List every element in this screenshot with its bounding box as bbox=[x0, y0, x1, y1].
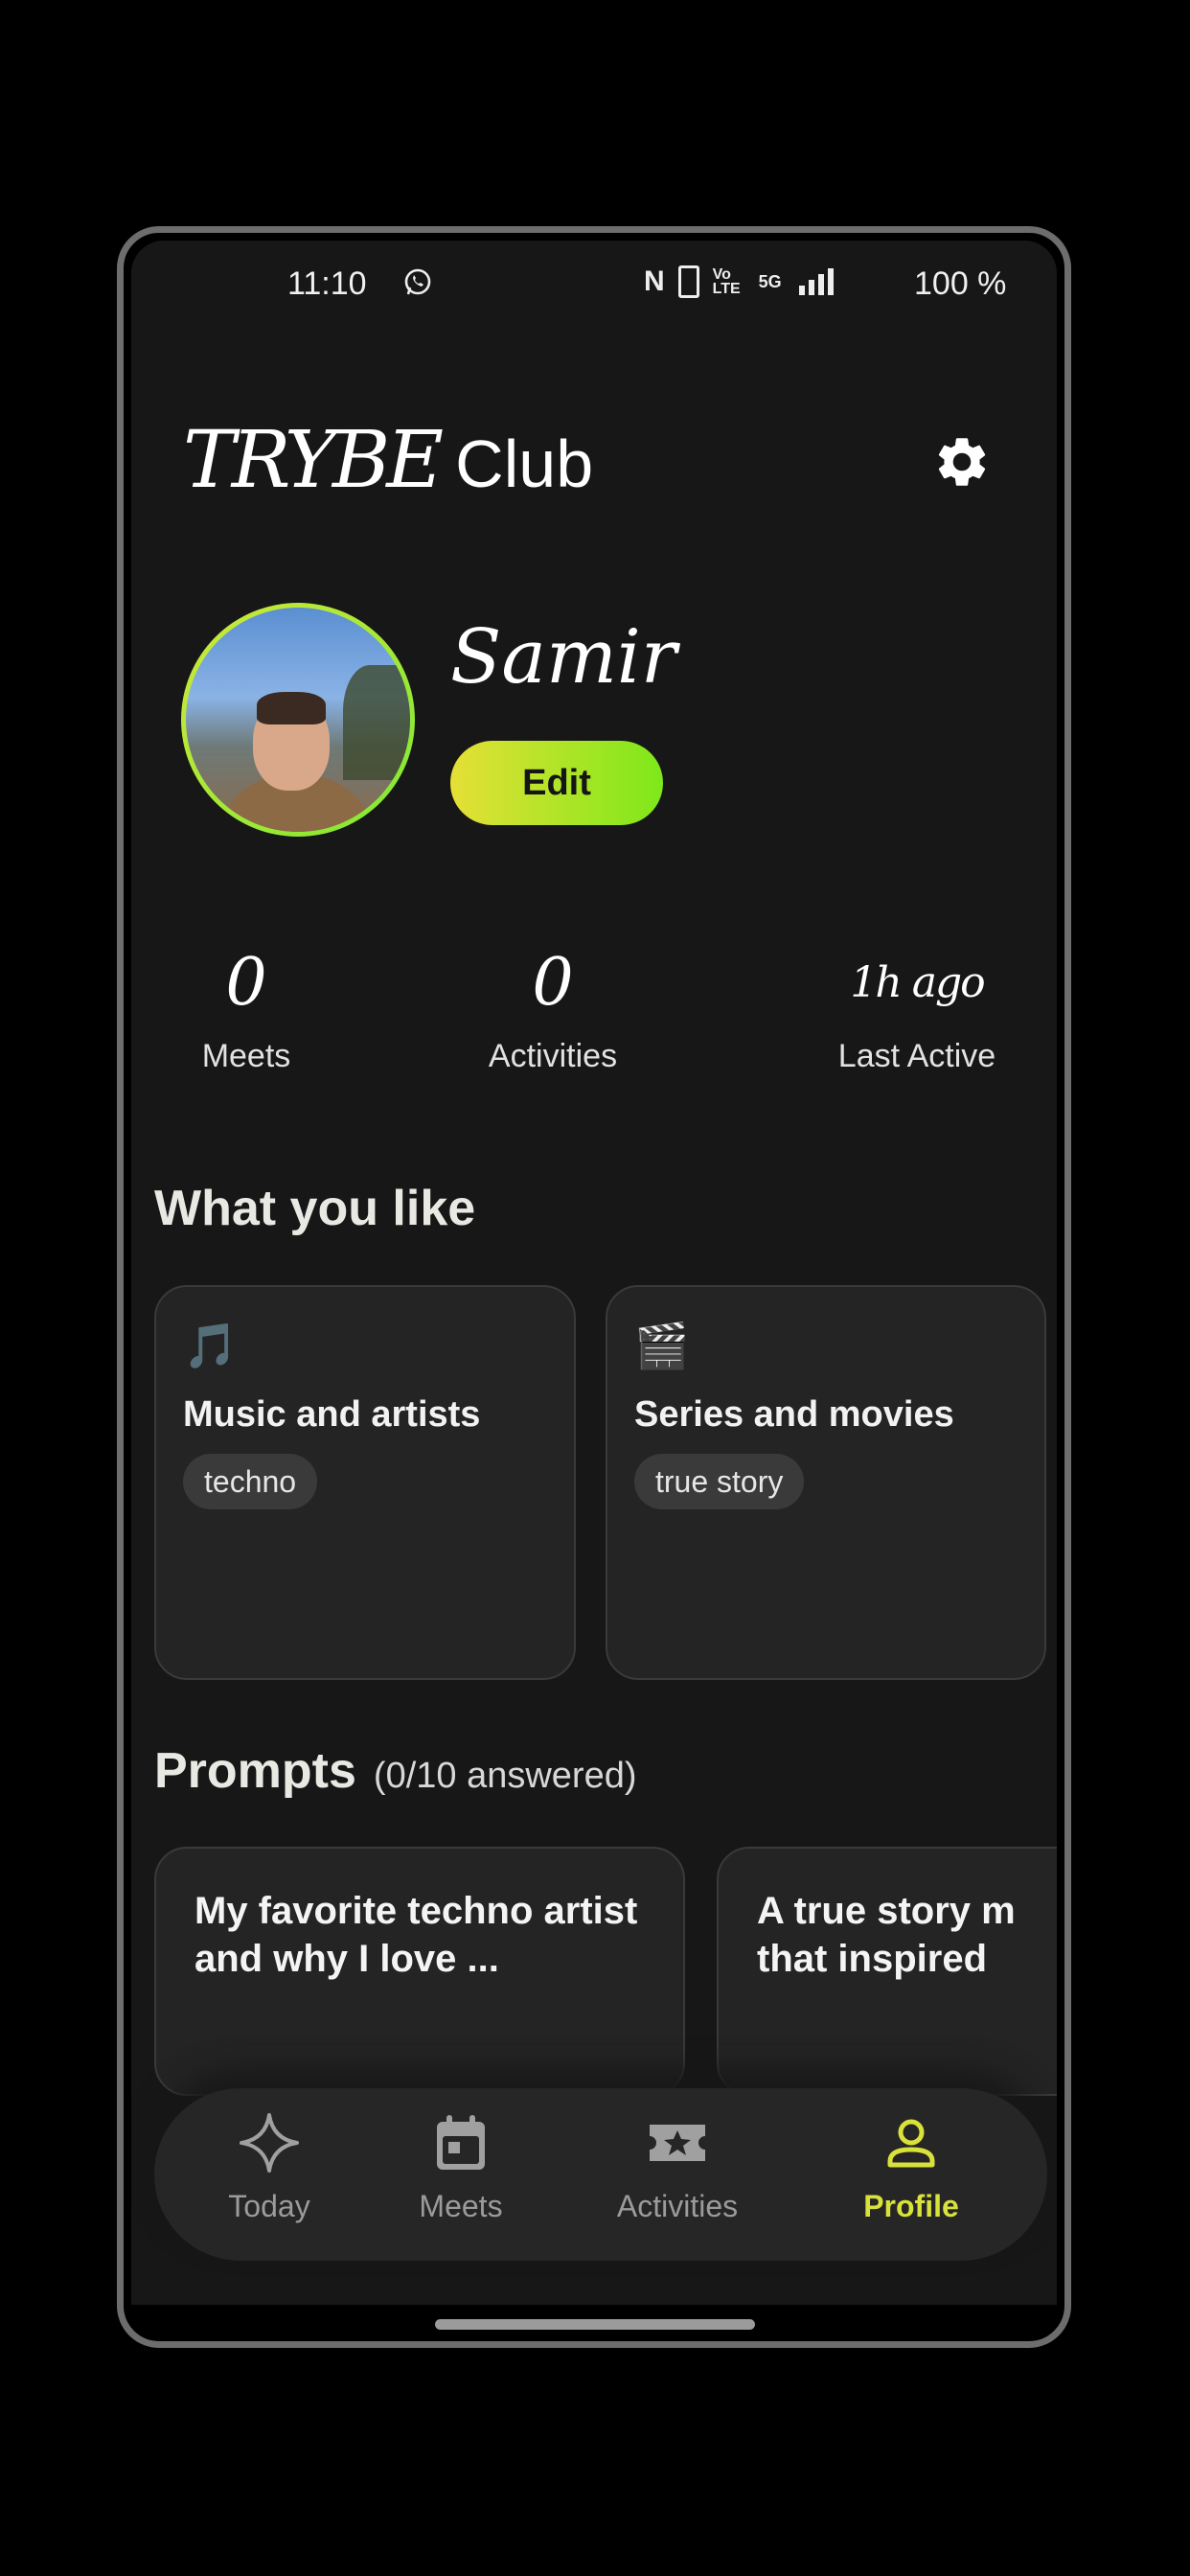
nav-today[interactable]: Today bbox=[183, 2109, 355, 2224]
like-tag: techno bbox=[183, 1454, 318, 1509]
volte-icon: Vo LTE bbox=[712, 266, 741, 297]
home-indicator[interactable] bbox=[435, 2319, 755, 2330]
sparkle-icon bbox=[240, 2113, 299, 2173]
nav-label: Today bbox=[228, 2189, 310, 2223]
prompt-text: A true story m that inspired bbox=[757, 1890, 1016, 1980]
status-time: 11:10 bbox=[287, 265, 367, 302]
nfc-icon: N bbox=[644, 265, 665, 297]
whatsapp-icon bbox=[404, 268, 431, 295]
section-title-likes: What you like bbox=[154, 1181, 476, 1236]
gear-icon[interactable] bbox=[932, 432, 992, 492]
bottom-nav: Today Meets Activities Profile bbox=[154, 2088, 1047, 2261]
stat-value: 0 bbox=[225, 945, 267, 1021]
prompts-answered-count: (0/10 answered) bbox=[373, 1756, 637, 1796]
like-card-music[interactable]: 🎵 Music and artists techno bbox=[154, 1285, 576, 1680]
prompt-card[interactable]: A true story m that inspired bbox=[717, 1847, 1057, 2096]
profile-name: Samir bbox=[450, 614, 677, 701]
stat-meets: 0 Meets bbox=[170, 940, 323, 1075]
like-card-title: Series and movies bbox=[634, 1394, 954, 1435]
status-icons: N Vo LTE 5G bbox=[644, 265, 839, 298]
section-title-prompts: Prompts (0/10 answered) bbox=[154, 1742, 637, 1800]
phone-frame: 11:10 N Vo LTE 5G 100 % TRYBE Club Samir… bbox=[117, 226, 1071, 2348]
vibrate-icon bbox=[677, 265, 699, 298]
avatar[interactable] bbox=[181, 603, 415, 837]
nav-activities[interactable]: Activities bbox=[591, 2109, 764, 2224]
status-bar: 11:10 N Vo LTE 5G 100 % bbox=[131, 241, 1057, 336]
edit-button[interactable]: Edit bbox=[450, 741, 663, 825]
stat-value: 0 bbox=[532, 945, 574, 1021]
stat-activities: 0 Activities bbox=[457, 940, 649, 1075]
prompt-text: My favorite techno artist and why I love… bbox=[195, 1890, 638, 1980]
person-icon bbox=[887, 2119, 935, 2168]
nav-profile[interactable]: Profile bbox=[825, 2109, 997, 2224]
signal-icon bbox=[798, 268, 834, 295]
nav-label: Meets bbox=[419, 2189, 503, 2223]
battery-level: 100 % bbox=[914, 265, 1007, 302]
nav-meets[interactable]: Meets bbox=[375, 2109, 547, 2224]
stat-label: Activities bbox=[488, 1038, 618, 1074]
brand-trybe: TRYBE bbox=[183, 415, 444, 506]
brand-club: Club bbox=[455, 426, 594, 501]
like-tag: true story bbox=[634, 1454, 805, 1509]
stat-label: Meets bbox=[201, 1038, 291, 1074]
nav-label: Activities bbox=[616, 2189, 739, 2223]
like-card-movies[interactable]: 🎬 Series and movies true story bbox=[606, 1285, 1046, 1680]
clapperboard-icon: 🎬 bbox=[634, 1321, 690, 1370]
stat-label: Last Active bbox=[837, 1038, 996, 1074]
stat-value: 1h ago bbox=[850, 958, 985, 1007]
calendar-icon bbox=[437, 2115, 485, 2170]
ticket-star-icon bbox=[650, 2125, 705, 2161]
nav-label: Profile bbox=[863, 2189, 959, 2223]
prompts-title: Prompts bbox=[154, 1743, 356, 1799]
app-logo: TRYBE Club bbox=[183, 415, 593, 506]
profile-photo bbox=[186, 608, 410, 832]
stat-last-active: 1h ago Last Active bbox=[802, 940, 1032, 1075]
prompt-card[interactable]: My favorite techno artist and why I love… bbox=[154, 1847, 685, 2096]
network-type: 5G bbox=[758, 271, 782, 291]
music-note-icon: 🎵 bbox=[183, 1321, 239, 1370]
like-card-title: Music and artists bbox=[183, 1394, 481, 1435]
app-screen: 11:10 N Vo LTE 5G 100 % TRYBE Club Samir… bbox=[131, 241, 1057, 2305]
